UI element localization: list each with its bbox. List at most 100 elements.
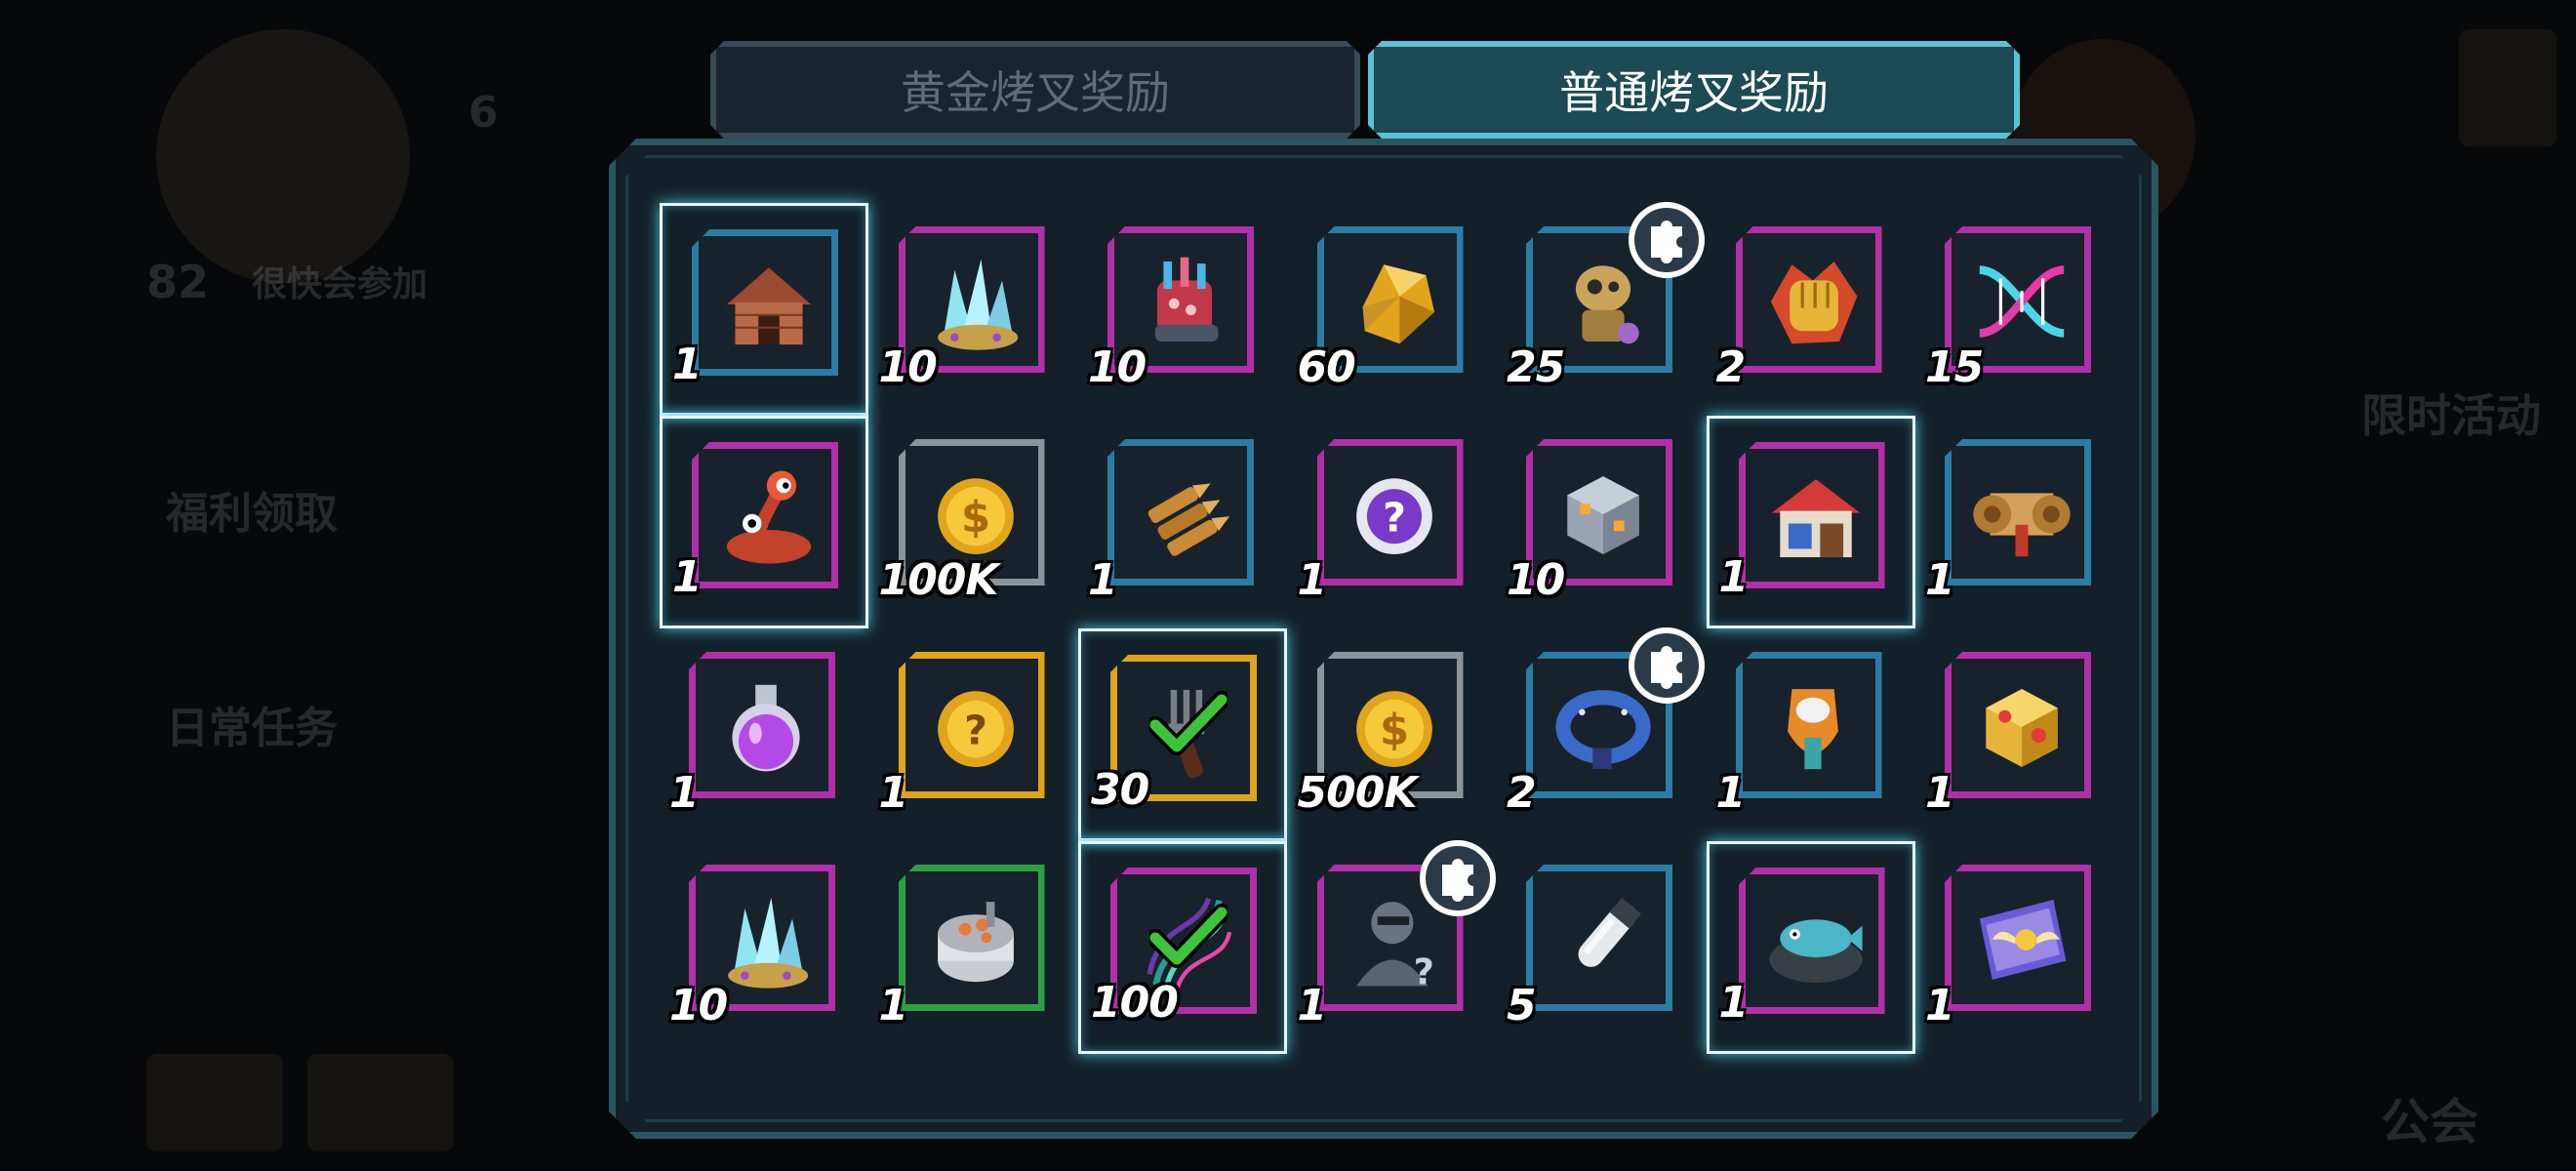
reward-frame-purple: ?: [1316, 439, 1464, 586]
reward-frame-purple: [1945, 865, 2091, 1011]
reward-slot[interactable]: ? 1: [1288, 840, 1497, 1054]
reward-slot[interactable]: 1: [1078, 416, 1287, 628]
crystal-cluster-icon: [713, 885, 819, 994]
crystal-cluster-icon: [923, 247, 1028, 356]
reward-quantity: 10: [1507, 555, 1565, 605]
bg-mail-button: [307, 1054, 454, 1151]
bg-label-5: 公会: [2381, 1094, 2478, 1151]
reward-slot[interactable]: 10: [1497, 416, 1706, 628]
bg-friends-button: [146, 1054, 283, 1151]
alien-creature-icon: [716, 463, 822, 572]
potion-icon: [713, 672, 819, 782]
bg-label-4: 限时活动: [2361, 389, 2541, 442]
reward-slot[interactable]: 30: [1078, 628, 1287, 841]
reward-slot[interactable]: 10: [1078, 203, 1287, 416]
bullets-icon: [1132, 460, 1237, 569]
reward-quantity: 1: [669, 768, 700, 818]
character-portrait: [156, 29, 410, 283]
reward-quantity: 1: [1715, 768, 1747, 818]
reward-frame-purple: [692, 442, 838, 588]
gold-coin-icon: $: [1342, 672, 1447, 782]
gold-coin-icon: $: [923, 460, 1028, 569]
doghouse-icon: [716, 250, 822, 359]
reward-slot[interactable]: $500K: [1288, 628, 1497, 841]
reward-quantity: 1: [672, 552, 703, 602]
tab-normal-skewer-rewards[interactable]: 普通烤叉奖励: [1368, 41, 2020, 139]
reward-quantity: 1: [1297, 981, 1328, 1030]
reward-slot[interactable]: 25: [1497, 202, 1706, 416]
svg-text:$: $: [960, 493, 989, 542]
golden-fist-icon: [1760, 247, 1866, 356]
bg-label-1: 很快会参加: [252, 264, 428, 304]
reward-quantity: 1: [1718, 552, 1750, 602]
reward-slot[interactable]: 2: [1497, 627, 1706, 841]
reward-slot[interactable]: 1: [1915, 841, 2124, 1054]
reward-frame-blue: [1945, 439, 2091, 586]
dna-helix-icon: [1969, 247, 2074, 356]
reward-slot[interactable]: 1: [660, 628, 868, 841]
reward-frame-blue: [1107, 439, 1254, 586]
reward-slot[interactable]: 15: [1915, 203, 2124, 416]
bg-label-2: 福利领取: [166, 489, 338, 539]
reward-quantity: 25: [1507, 343, 1565, 392]
cube-icon: [1550, 460, 1656, 569]
house-icon: [1763, 463, 1869, 572]
reward-quantity: 500K: [1297, 768, 1418, 818]
reward-slot[interactable]: 1: [660, 203, 868, 416]
reward-quantity: 15: [1925, 343, 1984, 392]
reward-quantity: 10: [669, 981, 728, 1030]
reward-quantity: 10: [1088, 343, 1147, 392]
reward-frame-green: [898, 865, 1045, 1011]
reward-frame-blue: [1735, 652, 1882, 798]
amber-crystal-icon: [1342, 247, 1447, 356]
reward-slot[interactable]: ? 1: [869, 628, 1078, 841]
scroll-icon: [1969, 460, 2074, 569]
reward-quantity: 10: [878, 343, 938, 392]
reward-slot[interactable]: 10: [869, 203, 1078, 416]
mystery-coin-icon: ?: [923, 672, 1028, 782]
reward-quantity: 1: [1925, 555, 1955, 605]
reward-slot[interactable]: 100: [1078, 841, 1287, 1054]
reward-frame-purple: [1738, 868, 1885, 1014]
reward-slot[interactable]: ? 1: [1288, 416, 1497, 628]
reward-quantity: 100K: [878, 555, 999, 605]
reward-quantity: 2: [1507, 768, 1537, 818]
reward-quantity: 1: [1925, 981, 1955, 1030]
svg-text:?: ?: [1413, 950, 1433, 992]
reward-quantity: 1: [1718, 978, 1750, 1028]
reward-slot[interactable]: 1: [869, 841, 1078, 1054]
coral-gauntlet-icon: [1132, 247, 1237, 356]
reward-quantity: 60: [1297, 343, 1356, 392]
reward-slot[interactable]: 10: [660, 841, 868, 1054]
reward-slot[interactable]: $100K: [869, 416, 1078, 628]
reward-slot[interactable]: 1: [1706, 416, 1915, 628]
reward-slot[interactable]: 1: [660, 416, 868, 628]
reward-frame-gold: ?: [898, 652, 1045, 798]
bg-count-2: 82: [146, 256, 210, 308]
reward-slot[interactable]: 60: [1288, 203, 1497, 416]
bg-label-3: 日常任务: [166, 704, 338, 753]
svg-text:?: ?: [1383, 494, 1406, 541]
reward-quantity: 2: [1715, 343, 1747, 392]
winged-ticket-icon: [1969, 885, 2074, 994]
reward-quantity: 5: [1507, 981, 1537, 1030]
reward-frame-blue: [692, 229, 838, 376]
mystery-chip-icon: ?: [1342, 460, 1447, 569]
reward-slot[interactable]: 1: [1706, 841, 1915, 1054]
reward-quantity: 1: [1925, 768, 1955, 818]
bg-count-1: 6: [468, 88, 499, 138]
reward-slot[interactable]: 5: [1497, 841, 1706, 1054]
reward-quantity: 30: [1091, 765, 1149, 815]
reward-frame-purple: [1945, 652, 2091, 798]
reward-slot[interactable]: 1: [1915, 628, 2124, 841]
tab-golden-skewer-rewards[interactable]: 黄金烤叉奖励: [710, 41, 1360, 139]
reward-quantity: 1: [878, 768, 909, 818]
gold-cube-icon: [1969, 672, 2074, 782]
reward-frame-blue: [1526, 865, 1672, 1011]
test-tube-icon: [1550, 885, 1656, 994]
reward-slot[interactable]: 2: [1707, 203, 1915, 416]
reward-slot[interactable]: 1: [1915, 416, 2124, 628]
reward-slot[interactable]: 1: [1707, 628, 1915, 841]
fish-bowl-icon: [1763, 888, 1869, 997]
bottle-opener-icon: [1760, 672, 1866, 782]
